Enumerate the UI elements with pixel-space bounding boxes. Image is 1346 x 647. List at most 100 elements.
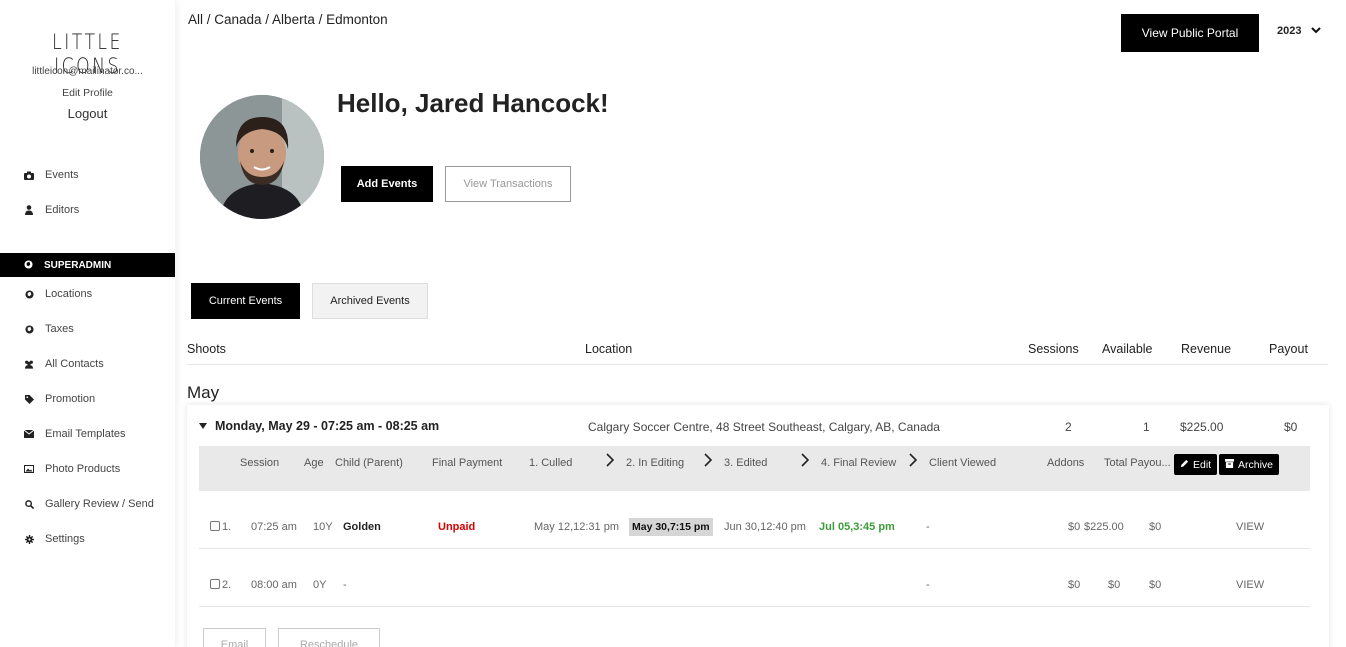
view-transactions-button[interactable]: View Transactions (445, 166, 571, 202)
chevron-right-icon (606, 452, 615, 472)
chevron-down-icon (1311, 26, 1322, 37)
edit-profile-link[interactable]: Edit Profile (0, 87, 175, 99)
row-final-review-date: Jul 05,3:45 pm (819, 521, 895, 533)
row-time: 08:00 am (251, 579, 297, 591)
year-select[interactable]: 2023 (1277, 25, 1322, 37)
row-time: 07:25 am (251, 521, 297, 533)
archive-button[interactable]: Archive (1219, 454, 1280, 475)
superadmin-label: SUPERADMIN (44, 259, 112, 271)
sidebar-item-email-templates[interactable]: Email Templates (24, 425, 126, 443)
sidebar-item-label: Events (45, 169, 79, 181)
column-header-location: Location (585, 342, 633, 356)
event-location: Calgary Soccer Centre, 48 Street Southea… (588, 420, 940, 434)
tag-icon (24, 394, 34, 404)
sidebar-item-events[interactable]: Events (24, 166, 79, 184)
chevron-right-icon (909, 452, 918, 472)
year-value: 2023 (1277, 25, 1302, 37)
image-icon (24, 464, 34, 474)
row-view-link[interactable]: VIEW (1236, 521, 1264, 533)
sidebar-item-all-contacts[interactable]: All Contacts (24, 355, 104, 373)
row-payout: $0 (1149, 579, 1162, 591)
tab-current-events[interactable]: Current Events (191, 283, 300, 319)
event-sessions: 2 (1065, 420, 1072, 434)
greeting-heading: Hello, Jared Hancock! (337, 88, 609, 118)
logout-link[interactable]: Logout (0, 106, 175, 121)
row-checkbox[interactable] (210, 521, 220, 531)
edit-label: Edit (1193, 458, 1212, 471)
reschedule-button[interactable]: Reschedule (278, 628, 380, 647)
row-child: - (343, 579, 347, 591)
sidebar-item-label: Taxes (45, 323, 74, 335)
pencil-icon (1180, 459, 1189, 470)
column-header-shoots: Shoots (187, 342, 226, 356)
subheader-session: Session (240, 457, 280, 469)
sidebar-item-label: Photo Products (45, 463, 121, 475)
row-view-link[interactable]: VIEW (1236, 579, 1264, 591)
users-icon (24, 359, 34, 369)
user-email: littleicon@mailinator.co... (32, 66, 143, 77)
column-header-revenue: Revenue (1181, 342, 1232, 356)
row-total: $0 (1108, 579, 1121, 591)
archive-icon (1225, 459, 1234, 470)
row-payment-status: Unpaid (438, 521, 476, 533)
sidebar-item-label: Locations (45, 288, 93, 300)
row-number: 2. (222, 579, 232, 591)
sidebar-item-locations[interactable]: Locations (24, 285, 92, 303)
sidebar-item-label: Email Templates (45, 428, 126, 440)
sidebar-item-settings[interactable]: Settings (24, 530, 85, 548)
globe-icon (24, 289, 34, 299)
event-payout: $0 (1284, 420, 1298, 434)
row-age: 0Y (313, 579, 327, 591)
sidebar-item-label: Promotion (45, 393, 96, 405)
camera-icon (24, 170, 34, 180)
sidebar-item-photo-products[interactable]: Photo Products (24, 460, 120, 478)
add-events-button[interactable]: Add Events (341, 166, 433, 202)
row-total: $225.00 (1084, 521, 1124, 533)
sidebar-item-label: Gallery Review / Send (45, 498, 154, 510)
subheader-final-payment: Final Payment (432, 457, 503, 469)
event-available: 1 (1143, 420, 1150, 434)
header-divider (187, 364, 1328, 365)
envelope-icon (24, 429, 34, 439)
row-divider (199, 548, 1310, 549)
tab-archived-events[interactable]: Archived Events (312, 283, 428, 319)
column-header-available: Available (1102, 342, 1153, 356)
email-button[interactable]: Email (203, 628, 266, 647)
row-edited-date: Jun 30,12:40 pm (724, 521, 806, 533)
user-icon (24, 205, 34, 215)
subheader-in-editing: 2. In Editing (626, 457, 685, 469)
sidebar-item-editors[interactable]: Editors (24, 201, 79, 219)
sidebar-item-gallery-review[interactable]: Gallery Review / Send (24, 495, 154, 513)
subheader-final-review: 4. Final Review (821, 457, 897, 469)
chevron-right-icon (704, 452, 713, 472)
sidebar-item-taxes[interactable]: Taxes (24, 320, 74, 338)
superadmin-section-header: SUPERADMIN (0, 253, 175, 277)
subheader-total-payout: Total Payou... (1104, 457, 1171, 469)
sidebar-item-label: Editors (45, 204, 80, 216)
search-icon (24, 499, 34, 509)
edit-button[interactable]: Edit (1174, 454, 1218, 475)
row-number: 1. (222, 521, 232, 533)
row-in-editing-date: May 30,7:15 pm (629, 518, 713, 536)
avatar (200, 95, 324, 219)
row-addons: $0 (1068, 579, 1081, 591)
column-header-sessions: Sessions (1028, 342, 1079, 356)
row-divider (199, 606, 1310, 607)
caret-down-icon[interactable] (199, 422, 207, 431)
subheader-edited: 3. Edited (724, 457, 768, 469)
row-checkbox[interactable] (210, 579, 220, 589)
row-client-viewed: - (926, 521, 930, 533)
subheader-addons: Addons (1047, 457, 1085, 469)
event-date-toggle[interactable]: Monday, May 29 - 07:25 am - 08:25 am (199, 419, 439, 433)
row-payout: $0 (1149, 521, 1162, 533)
gear-icon (24, 534, 34, 544)
globe-icon (24, 259, 33, 271)
view-public-portal-button[interactable]: View Public Portal (1121, 14, 1259, 52)
archive-label: Archive (1238, 458, 1274, 471)
subheader-child: Child (Parent) (335, 457, 403, 469)
breadcrumb[interactable]: All / Canada / Alberta / Edmonton (188, 12, 388, 27)
row-client-viewed: - (926, 579, 930, 591)
row-addons: $0 (1068, 521, 1081, 533)
event-revenue: $225.00 (1180, 420, 1224, 434)
sidebar-item-promotion[interactable]: Promotion (24, 390, 95, 408)
